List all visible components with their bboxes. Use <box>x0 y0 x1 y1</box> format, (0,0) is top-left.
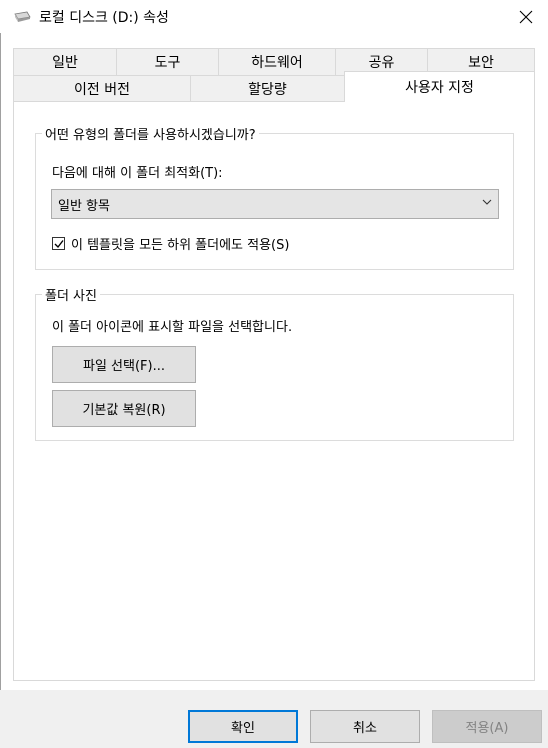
window-title: 로컬 디스크 (D:) 속성 <box>39 10 169 26</box>
apply-button[interactable]: 적용(A) <box>432 710 542 743</box>
restore-default-button[interactable]: 기본값 복원(R) <box>52 390 196 427</box>
drive-icon <box>14 11 31 22</box>
button-bar: 확인 취소 적용(A) <box>0 690 548 748</box>
close-button[interactable] <box>504 0 548 33</box>
apply-subfolders-checkbox[interactable] <box>52 237 65 250</box>
combo-value: 일반 항목 <box>58 199 110 214</box>
chevron-down-icon <box>482 199 492 205</box>
tab-label: 보안 <box>468 55 494 71</box>
picture-description: 이 폴더 아이콘에 표시할 파일을 선택합니다. <box>52 320 293 335</box>
tab-label: 하드웨어 <box>251 55 303 71</box>
button-label: 취소 <box>353 721 377 736</box>
button-label: 적용(A) <box>465 721 509 736</box>
button-label: 확인 <box>231 721 255 736</box>
tab-tools[interactable]: 도구 <box>116 48 219 75</box>
tab-label: 이전 버전 <box>74 82 130 98</box>
tab-label: 공유 <box>368 55 395 71</box>
optimize-combobox[interactable]: 일반 항목 <box>51 189 499 219</box>
tab-panel: 어떤 유형의 폴더를 사용하시겠습니까? 다음에 대해 이 폴더 최적화(T):… <box>13 101 535 681</box>
cancel-button[interactable]: 취소 <box>310 710 420 743</box>
tab-label: 일반 <box>52 55 78 71</box>
choose-file-button[interactable]: 파일 선택(F)... <box>52 346 196 383</box>
close-icon <box>519 10 533 23</box>
group-title: 어떤 유형의 폴더를 사용하시겠습니까? <box>42 124 259 143</box>
tab-quota[interactable]: 할당량 <box>190 75 345 102</box>
ok-button[interactable]: 확인 <box>188 710 298 743</box>
button-label: 기본값 복원(R) <box>82 403 166 418</box>
optimize-label: 다음에 대해 이 폴더 최적화(T): <box>52 166 223 181</box>
tab-previous-versions[interactable]: 이전 버전 <box>13 75 191 102</box>
title-bar: 로컬 디스크 (D:) 속성 <box>0 0 548 33</box>
group-title: 폴더 사진 <box>42 285 100 304</box>
window-border <box>0 33 1 748</box>
tab-general[interactable]: 일반 <box>13 48 117 75</box>
checkmark-icon <box>54 240 64 249</box>
tab-customize[interactable]: 사용자 지정 <box>344 71 535 102</box>
apply-subfolders-label[interactable]: 이 템플릿을 모든 하위 폴더에도 적용(S) <box>71 234 289 253</box>
tab-label: 할당량 <box>248 82 287 98</box>
tab-label: 도구 <box>154 55 181 71</box>
folder-picture-group: 폴더 사진 이 폴더 아이콘에 표시할 파일을 선택합니다. 파일 선택(F).… <box>35 285 514 441</box>
button-label: 파일 선택(F)... <box>83 359 165 374</box>
tab-label: 사용자 지정 <box>405 80 474 96</box>
folder-type-group: 어떤 유형의 폴더를 사용하시겠습니까? 다음에 대해 이 폴더 최적화(T):… <box>35 124 514 270</box>
tab-hardware[interactable]: 하드웨어 <box>218 48 336 75</box>
